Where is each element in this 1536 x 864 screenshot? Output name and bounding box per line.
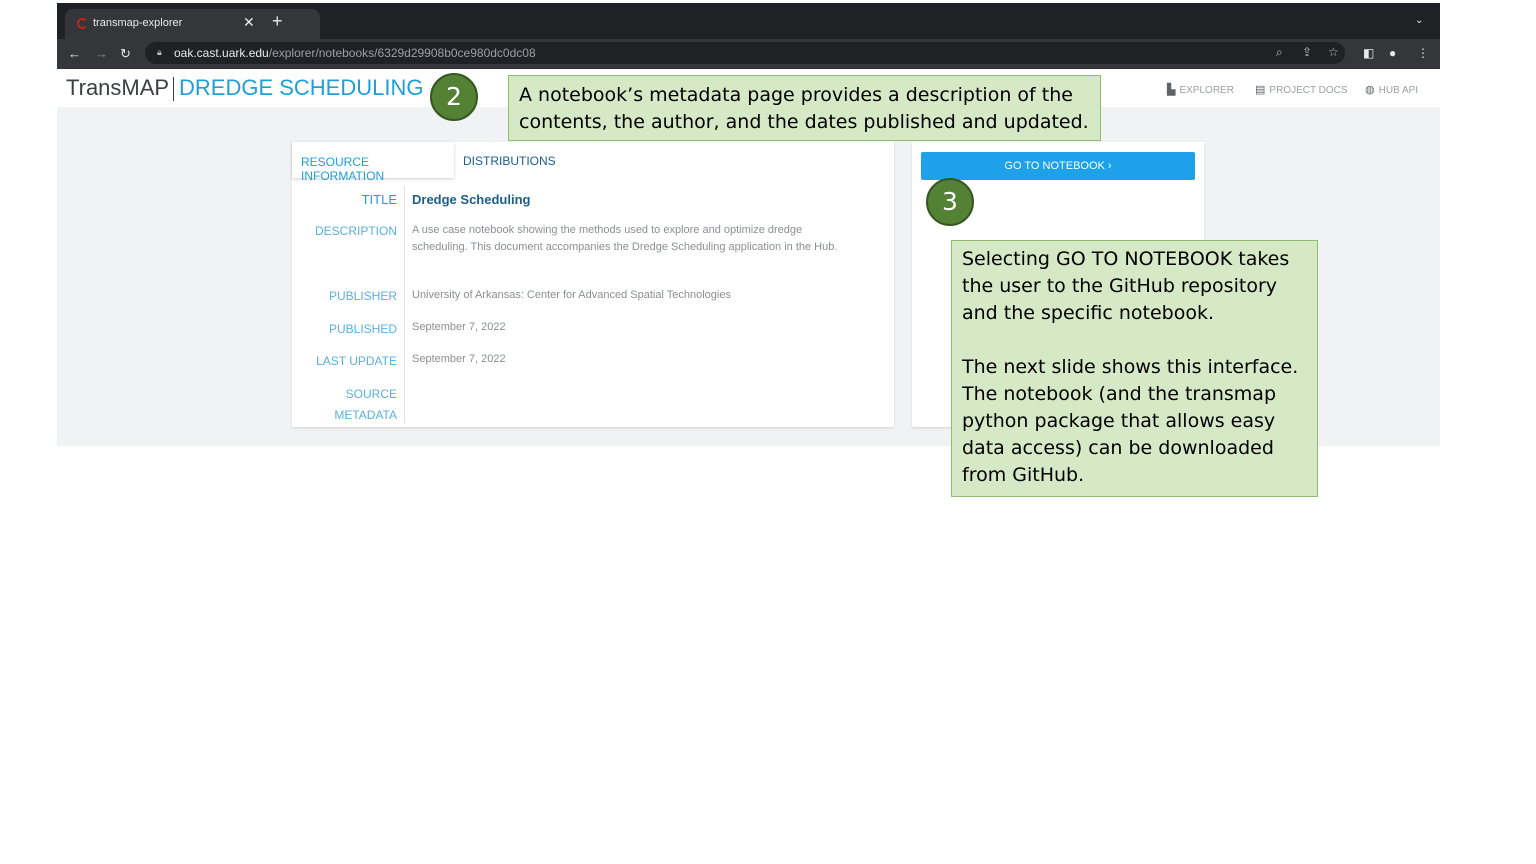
loading-favicon-icon <box>77 18 88 29</box>
tab-title: transmap-explorer <box>93 17 183 29</box>
metadata-divider <box>404 186 405 423</box>
side-panel-icon[interactable]: ◧ <box>1363 46 1374 60</box>
more-menu-icon[interactable]: ⋮ <box>1417 46 1429 60</box>
step-3-marker: 3 <box>926 178 974 226</box>
zoom-search-icon[interactable]: ⌕ <box>1276 45 1283 60</box>
page-title: DREDGE SCHEDULING <box>179 75 424 100</box>
nav-hub-api[interactable]: ◍ HUB API <box>1365 83 1418 96</box>
resource-card: RESOURCE INFORMATION DISTRIBUTIONS TITLE… <box>292 142 894 427</box>
nav-explorer[interactable]: ▙ EXPLORER <box>1167 83 1234 96</box>
lock-icon: 🔒︎ <box>157 47 162 57</box>
forward-arrow-icon[interactable]: → <box>95 46 108 61</box>
close-tab-icon[interactable]: ✕ <box>243 14 255 31</box>
callout-go-to-notebook: Selecting GO TO NOTEBOOK takes the user … <box>951 240 1318 497</box>
book-icon: ▤ <box>1255 84 1266 96</box>
profile-icon[interactable]: ● <box>1389 46 1396 60</box>
source-metadata-label-1: SOURCE <box>345 387 397 401</box>
title-value: Dredge Scheduling <box>412 192 531 207</box>
description-value: A use case notebook showing the methods … <box>412 224 838 253</box>
nav-hub-api-label: HUB API <box>1378 85 1419 96</box>
logo-transmap[interactable]: TransMAP <box>66 75 169 101</box>
nav-explorer-label: EXPLORER <box>1179 85 1234 96</box>
last-update-label: LAST UPDATE <box>316 354 397 368</box>
callout-go-to-notebook-p2: The next slide shows this interface. The… <box>962 356 1299 486</box>
nav-project-docs[interactable]: ▤ PROJECT DOCS <box>1255 83 1348 96</box>
back-arrow-icon[interactable]: ← <box>68 46 81 61</box>
callout-spacer <box>962 327 1307 354</box>
url-text: oak.cast.uark.edu/explorer/notebooks/632… <box>174 46 536 60</box>
reload-icon[interactable]: ↻ <box>120 46 131 62</box>
nav-project-docs-label: PROJECT DOCS <box>1269 85 1348 96</box>
publisher-label: PUBLISHER <box>328 289 397 303</box>
url-host: oak.cast.uark.edu <box>174 46 269 60</box>
callout-metadata-page: A notebook’s metadata page provides a de… <box>508 75 1101 141</box>
published-value: September 7, 2022 <box>412 321 506 333</box>
api-icon: ◍ <box>1365 84 1375 96</box>
source-metadata-label-2: METADATA <box>334 408 397 422</box>
logo-divider <box>173 77 174 101</box>
callout-go-to-notebook-p1: Selecting GO TO NOTEBOOK takes the user … <box>962 248 1290 324</box>
tab-resource-information[interactable]: RESOURCE INFORMATION <box>292 142 454 183</box>
go-to-notebook-button[interactable]: GO TO NOTEBOOK › <box>921 152 1195 180</box>
tab-bar: transmap-explorer ✕ + ⌄ <box>57 3 1440 39</box>
address-bar-row: ← → ↻ 🔒︎ oak.cast.uark.edu/explorer/note… <box>57 39 1440 69</box>
last-update-value: September 7, 2022 <box>412 353 506 365</box>
share-icon[interactable]: ⇪ <box>1302 45 1312 59</box>
tab-resource-information-label: RESOURCE INFORMATION <box>301 155 385 183</box>
published-label: PUBLISHED <box>328 322 397 336</box>
map-icon: ▙ <box>1167 84 1176 96</box>
url-path: /explorer/notebooks/6329d29908b0ce980dc0… <box>268 46 536 60</box>
step-2-marker: 2 <box>430 73 478 121</box>
tab-search-chevron-icon[interactable]: ⌄ <box>1415 15 1423 26</box>
new-tab-button[interactable]: + <box>272 12 283 30</box>
bookmark-star-icon[interactable]: ☆ <box>1328 45 1339 59</box>
description-label: DESCRIPTION <box>314 224 397 238</box>
title-label: TITLE <box>361 192 397 207</box>
tab-distributions[interactable]: DISTRIBUTIONS <box>463 154 556 168</box>
url-input[interactable]: 🔒︎ oak.cast.uark.edu/explorer/notebooks/… <box>145 42 1345 64</box>
publisher-value: University of Arkansas: Center for Advan… <box>412 289 731 301</box>
